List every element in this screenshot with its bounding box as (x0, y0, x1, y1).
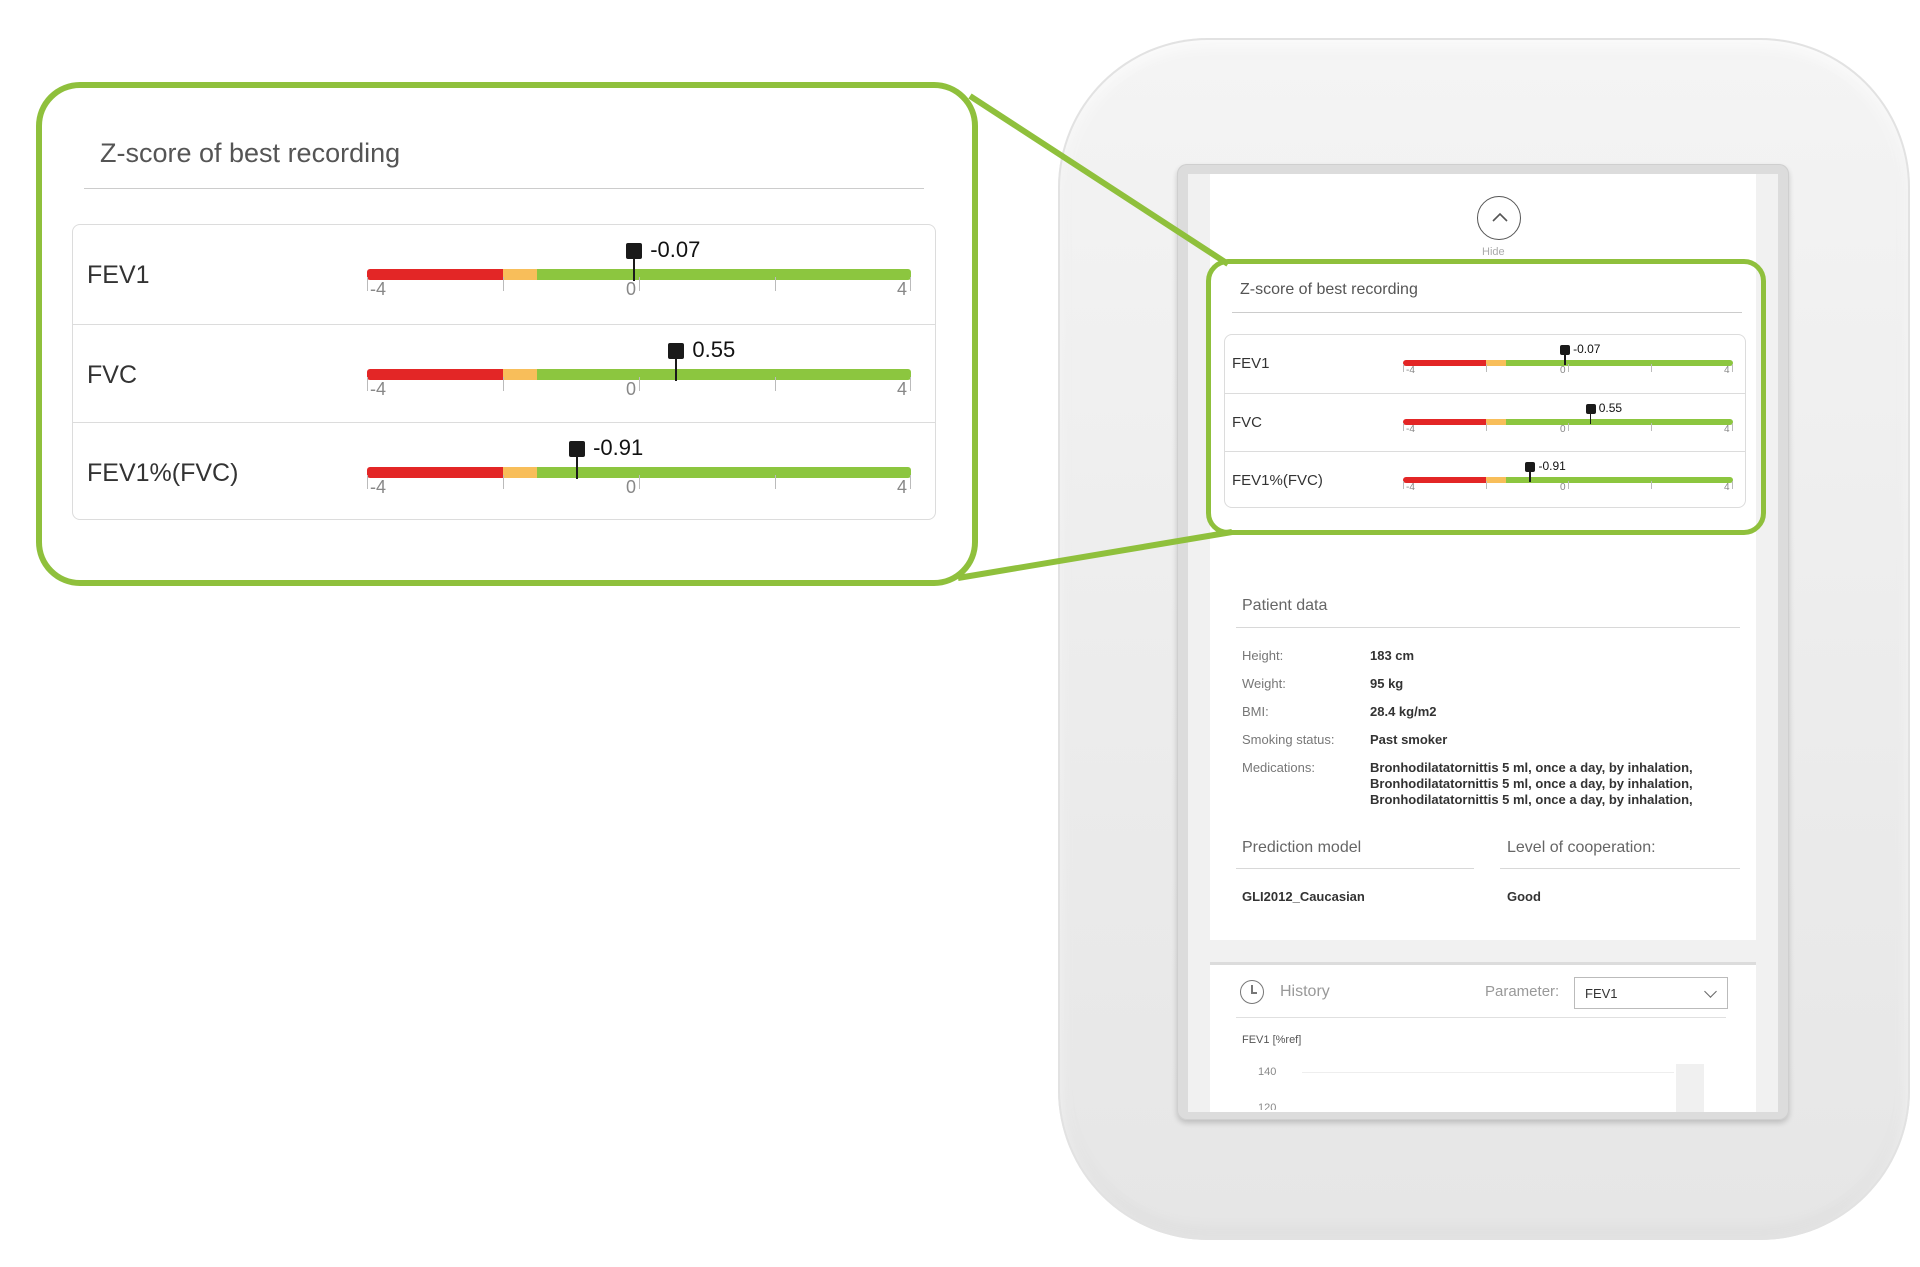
zscore-row-label: FEV1 (87, 261, 150, 289)
zscore-divider (84, 188, 924, 189)
chart-gridline (1302, 1072, 1674, 1073)
chart-ytick: 140 (1258, 1066, 1277, 1078)
red-segment (367, 467, 503, 478)
chart-bar (1676, 1064, 1704, 1112)
patient-data-title: Patient data (1242, 597, 1328, 614)
axis-tick (775, 376, 776, 391)
axis-tick (775, 475, 776, 489)
prediction-model-title: Prediction model (1242, 839, 1362, 856)
zscore-row: FEV1%(FVC) -4 0 4 -0.91 (73, 422, 935, 521)
axis-tick-label: -4 (370, 477, 387, 497)
patient-divider (1236, 627, 1740, 628)
green-segment (537, 467, 911, 478)
axis-tick-label: 0 (626, 378, 637, 399)
axis-tick-label: -4 (370, 378, 387, 399)
cooperation-title: Level of cooperation: (1507, 839, 1656, 856)
zscore-row: FEV1 -4 0 4 -0.07 (73, 225, 935, 324)
history-title: History (1280, 983, 1330, 1000)
axis-tick (639, 376, 640, 391)
axis-tick (367, 475, 368, 489)
zscore-row: FVC -4 0 4 0.55 (73, 323, 935, 423)
axis-tick-label: -4 (370, 279, 387, 299)
axis-tick (910, 376, 911, 391)
axis-tick (367, 277, 368, 291)
axis-tick (367, 376, 368, 391)
zscore-value: -0.07 (650, 237, 701, 262)
orange-segment (503, 368, 537, 380)
parameter-select-value: FEV1 (1585, 986, 1618, 1001)
orange-segment (503, 269, 537, 280)
axis-tick (639, 475, 640, 489)
axis-tick (910, 277, 911, 291)
clock-icon (1240, 980, 1264, 1004)
zscore-value: -0.91 (593, 435, 644, 460)
chevron-down-icon (1704, 985, 1717, 998)
marker-stem (633, 257, 636, 281)
axis-tick-label: 4 (897, 477, 908, 497)
parameter-label: Parameter: (1485, 983, 1560, 1000)
prediction-model-value: GLI2012_Caucasian (1242, 889, 1365, 904)
history-divider (1236, 1017, 1726, 1018)
axis-tick (639, 277, 640, 291)
axis-tick (503, 277, 504, 291)
orange-segment (503, 467, 537, 478)
patient-field-label: Height: (1242, 648, 1284, 663)
cooperation-value: Good (1507, 889, 1541, 904)
prediction-divider (1236, 868, 1474, 869)
marker-stem (675, 356, 678, 381)
patient-field-value: 183 cm (1370, 648, 1415, 663)
parameter-select[interactable]: FEV1 (1574, 977, 1728, 1009)
patient-field-label: BMI: (1242, 704, 1269, 719)
axis-tick-label: 4 (897, 279, 908, 299)
patient-field-value: Bronhodilatatornittis 5 ml, once a day, … (1370, 760, 1693, 807)
axis-tick (775, 277, 776, 291)
chart-ytick-2: 120 (1258, 1102, 1277, 1110)
axis-tick-label: 0 (626, 477, 637, 497)
zscore-row-label: FVC (87, 360, 137, 389)
axis-tick (503, 475, 504, 489)
axis-tick-label: 4 (897, 378, 908, 399)
green-segment (537, 269, 911, 280)
zscore-row-label: FEV1%(FVC) (87, 459, 239, 487)
zscore-value: 0.55 (692, 336, 736, 362)
patient-field-label: Weight: (1242, 676, 1286, 691)
cooperation-divider (1500, 868, 1740, 869)
zscore-title: Z-score of best recording (100, 138, 401, 168)
chart-ylabel: FEV1 [%ref] (1242, 1034, 1302, 1046)
patient-field-value: Past smoker (1370, 732, 1448, 747)
patient-field-value: 95 kg (1370, 676, 1404, 691)
red-segment (367, 269, 503, 280)
marker-stem (576, 455, 579, 479)
axis-tick (910, 475, 911, 489)
zscore-table: FEV1 -4 0 4 -0.07 FVC -4 0 4 0.55 FEV1%(FVC) -4 0 4 -0… (72, 224, 936, 520)
axis-tick-label: 0 (626, 279, 637, 299)
red-segment (367, 368, 503, 380)
patient-field-value: 28.4 kg/m2 (1370, 704, 1437, 719)
green-segment (537, 368, 911, 380)
axis-tick (503, 376, 504, 391)
patient-field-label: Medications: (1242, 760, 1315, 775)
patient-field-label: Smoking status: (1242, 732, 1335, 747)
